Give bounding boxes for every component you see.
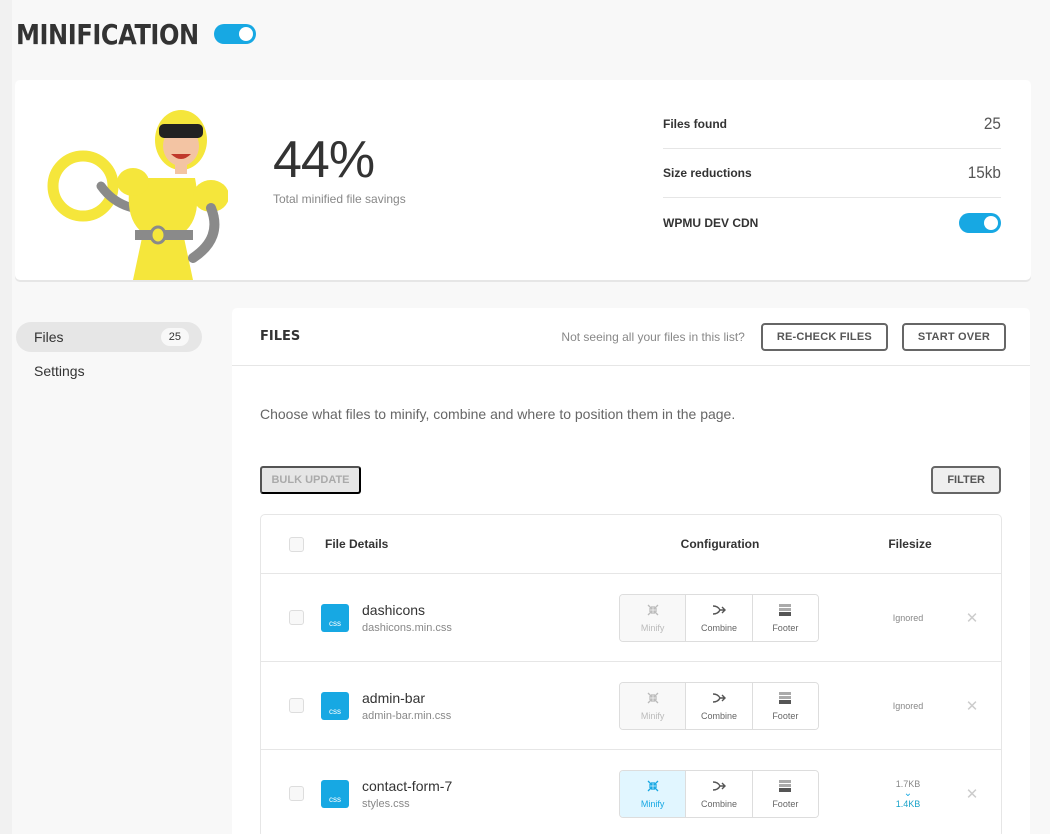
combine-icon [712, 780, 726, 791]
filesize-status: Ignored [892, 700, 924, 711]
page-title: MINIFICATION [16, 17, 199, 51]
files-panel-header: FILES Not seeing all your files in this … [232, 308, 1030, 366]
close-icon[interactable]: ✕ [957, 697, 987, 715]
files-title: FILES [260, 329, 301, 344]
toggle-knob [984, 215, 998, 230]
sidebar-item-files[interactable]: Files 25 [16, 322, 202, 352]
column-filesize: Filesize [888, 537, 932, 551]
filesize-after: 1.4KB [895, 798, 921, 809]
chevron-down-icon: ⌄ [903, 787, 913, 799]
recheck-files-button[interactable]: RE-CHECK FILES [760, 322, 888, 351]
files-description: Choose what files to minify, combine and… [260, 406, 736, 422]
footer-label: Footer [772, 798, 799, 809]
filesize-cell: Ignored [819, 613, 957, 623]
column-file-details: File Details [325, 537, 389, 551]
config-group: Minify Combine Footer [619, 593, 819, 642]
close-icon[interactable]: ✕ [957, 609, 987, 627]
files-table: File Details Configuration Filesize css … [260, 514, 1002, 834]
table-row: css dashicons dashicons.min.css Minify C… [261, 574, 1001, 662]
combine-toggle-button[interactable]: Combine [686, 594, 753, 641]
minify-icon [647, 692, 659, 703]
stat-value: 15kb [967, 163, 1001, 182]
footer-toggle-button[interactable]: Footer [752, 594, 818, 641]
minify-label: Minify [640, 622, 665, 633]
stat-files-found: Files found 25 [663, 100, 1001, 149]
footer-toggle-button[interactable]: Footer [752, 770, 818, 817]
css-file-icon: css [321, 603, 349, 632]
cdn-toggle[interactable] [959, 212, 1001, 233]
sidebar-item-label: Files [34, 329, 64, 345]
footer-label: Footer [772, 622, 799, 633]
combine-label: Combine [700, 710, 737, 721]
file-path: admin-bar.min.css [362, 709, 452, 722]
sidebar-item-label: Settings [34, 363, 85, 379]
row-checkbox[interactable] [288, 698, 304, 713]
minify-toggle-button[interactable]: Minify [620, 682, 687, 729]
summary-box: 44% Total minified file savings Files fo… [15, 80, 1031, 280]
savings-percent: 44% [273, 131, 375, 189]
column-configuration: Configuration [680, 537, 760, 551]
config-group: Minify Combine Footer [619, 769, 819, 818]
table-header: File Details Configuration Filesize [261, 515, 1001, 574]
left-strip [0, 0, 12, 592]
combine-label: Combine [700, 622, 737, 633]
filter-button[interactable]: FILTER [931, 466, 1001, 494]
file-name: dashicons [362, 601, 426, 618]
hero-character-illustration [47, 110, 228, 280]
file-name: admin-bar [362, 689, 426, 706]
summary-stats: Files found 25 Size reductions 15kb WPMU… [663, 100, 1001, 247]
file-path: dashicons.min.css [362, 621, 452, 634]
combine-toggle-button[interactable]: Combine [686, 770, 753, 817]
minify-toggle-button[interactable]: Minify [620, 594, 687, 641]
table-row: css admin-bar admin-bar.min.css Minify C… [261, 662, 1001, 750]
savings-label: Total minified file savings [273, 192, 406, 206]
footer-icon [779, 603, 792, 616]
combine-icon [712, 692, 726, 703]
footer-icon [779, 779, 792, 792]
page-header: MINIFICATION [16, 14, 256, 54]
combine-label: Combine [700, 798, 737, 809]
css-file-icon: css [321, 691, 349, 720]
file-name: contact-form-7 [362, 777, 453, 794]
filesize-before: 1.7KB [895, 778, 921, 789]
combine-toggle-button[interactable]: Combine [686, 682, 753, 729]
savings-stat: 44% Total minified file savings [273, 132, 406, 206]
file-path: styles.css [362, 797, 410, 810]
minify-icon [647, 780, 659, 791]
filesize-cell: Ignored [819, 701, 957, 711]
filesize-cell: 1.7KB ⌄ 1.4KB [819, 779, 957, 809]
sidebar-item-settings[interactable]: Settings [16, 356, 202, 386]
close-icon[interactable]: ✕ [957, 785, 987, 803]
minify-icon [647, 604, 659, 615]
row-checkbox[interactable] [288, 610, 304, 625]
minify-label: Minify [640, 710, 665, 721]
minification-toggle[interactable] [214, 24, 256, 44]
files-panel: FILES Not seeing all your files in this … [232, 308, 1030, 834]
bulk-update-button[interactable]: BULK UPDATE [260, 466, 361, 494]
stat-label: Files found [663, 117, 727, 131]
stat-value: 25 [983, 114, 1001, 133]
css-file-icon: css [321, 779, 349, 808]
files-count-badge: 25 [160, 328, 189, 346]
minify-toggle-button[interactable]: Minify [620, 770, 687, 817]
row-checkbox[interactable] [288, 786, 304, 801]
footer-icon [779, 691, 792, 704]
files-hint: Not seeing all your files in this list? [561, 329, 745, 344]
footer-toggle-button[interactable]: Footer [752, 682, 818, 729]
toggle-knob [239, 27, 253, 41]
footer-label: Footer [772, 710, 799, 721]
stat-label: Size reductions [663, 166, 752, 180]
stat-label: WPMU DEV CDN [663, 215, 759, 230]
stat-cdn: WPMU DEV CDN [663, 198, 1001, 247]
sidebar-nav: Files 25 Settings [16, 322, 202, 390]
stat-size-reductions: Size reductions 15kb [663, 149, 1001, 198]
start-over-button[interactable]: START OVER [901, 322, 1006, 351]
filesize-status: Ignored [892, 612, 924, 623]
table-row: css contact-form-7 styles.css Minify Com… [261, 750, 1001, 834]
config-group: Minify Combine Footer [619, 681, 819, 730]
select-all-checkbox[interactable] [288, 536, 304, 552]
combine-icon [712, 604, 726, 615]
minify-label: Minify [640, 798, 665, 809]
